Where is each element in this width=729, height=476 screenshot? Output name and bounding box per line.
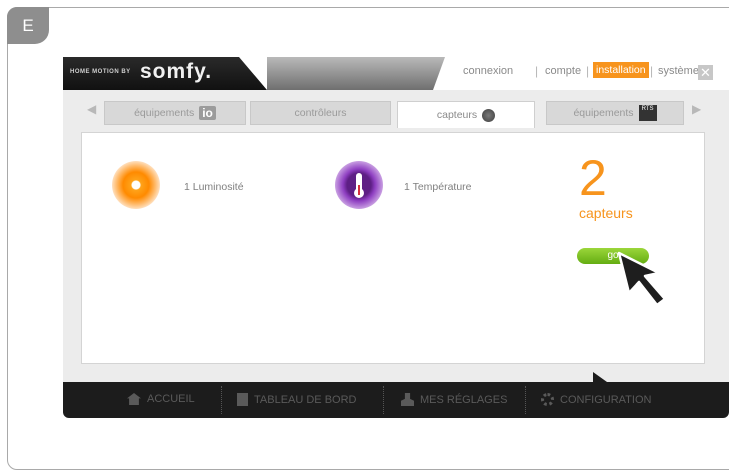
somfy-logo: somfy.: [140, 60, 213, 83]
sensor-label-luminosite[interactable]: 1 Luminosité: [184, 181, 244, 193]
tab-equipements-io[interactable]: équipements io: [104, 101, 246, 125]
active-notch: [593, 372, 607, 382]
bottom-nav-label: ACCUEIL: [147, 393, 195, 405]
arrow-left-icon[interactable]: ◀: [87, 102, 96, 116]
rts-icon: RTS: [638, 105, 657, 121]
tab-capteurs[interactable]: capteurs: [397, 101, 535, 128]
brand-block: HOME MOTION BY somfy.: [63, 57, 267, 90]
tab-controleurs[interactable]: contrôleurs: [250, 101, 391, 125]
top-bar: HOME MOTION BY somfy. connexion | compte…: [63, 57, 729, 90]
sensor-count: 2: [579, 150, 607, 206]
dashboard-icon: [237, 393, 248, 406]
nav-separator: |: [535, 64, 539, 78]
step-tag: E: [7, 7, 49, 44]
tab-label: capteurs: [436, 109, 478, 121]
nav-separator: |: [586, 64, 590, 78]
nav-compte[interactable]: compte: [545, 65, 581, 77]
tab-label: équipements: [573, 107, 634, 119]
close-icon[interactable]: ✕: [698, 65, 713, 80]
sensor-label-temperature[interactable]: 1 Température: [404, 181, 472, 193]
io-icon: io: [199, 106, 216, 120]
bottom-nav-mes-reglages[interactable]: MES RÉGLAGES: [401, 393, 507, 406]
mouse-pointer-icon: [617, 251, 667, 307]
sensor-count-label: capteurs: [579, 205, 633, 221]
sensors-panel: 1 Luminosité 1 Température 2 capteurs go: [81, 132, 705, 364]
home-icon: [127, 393, 141, 405]
bottom-nav-label: TABLEAU DE BORD: [254, 393, 357, 406]
user-icon: [401, 393, 414, 406]
gear-icon: [541, 393, 554, 406]
tab-label: contrôleurs: [294, 107, 347, 119]
sensor-icon: [482, 108, 496, 122]
somfy-app: HOME MOTION BY somfy. connexion | compte…: [63, 57, 729, 418]
nav-installation[interactable]: installation: [593, 62, 649, 78]
bottom-nav-label: MES RÉGLAGES: [420, 393, 508, 406]
arrow-right-icon[interactable]: ▶: [692, 102, 701, 116]
bottom-nav: ACCUEIL TABLEAU DE BORD MES RÉGLAGES CON…: [63, 372, 729, 418]
bottom-nav-accueil[interactable]: ACCUEIL: [127, 393, 195, 405]
nav-connexion[interactable]: connexion: [463, 65, 513, 77]
sun-icon[interactable]: [112, 161, 160, 209]
tab-strip: ◀ équipements io contrôleurs capteurs éq…: [63, 90, 729, 132]
nav-divider: [221, 386, 222, 414]
thermometer-level: [358, 185, 360, 195]
bottom-nav-configuration[interactable]: CONFIGURATION: [541, 393, 651, 406]
nav-divider: [383, 386, 384, 414]
tab-label: équipements: [134, 107, 195, 119]
brand-tagline: HOME MOTION BY: [70, 69, 131, 75]
thermometer-icon[interactable]: [335, 161, 383, 209]
bottom-nav-tableau-de-bord[interactable]: TABLEAU DE BORD: [237, 393, 357, 406]
tab-equipements-rts[interactable]: équipements RTS: [546, 101, 684, 125]
nav-divider: [525, 386, 526, 414]
bottom-nav-label: CONFIGURATION: [560, 393, 652, 406]
nav-separator: |: [650, 64, 654, 78]
top-nav: connexion | compte | installation | syst…: [433, 57, 729, 90]
